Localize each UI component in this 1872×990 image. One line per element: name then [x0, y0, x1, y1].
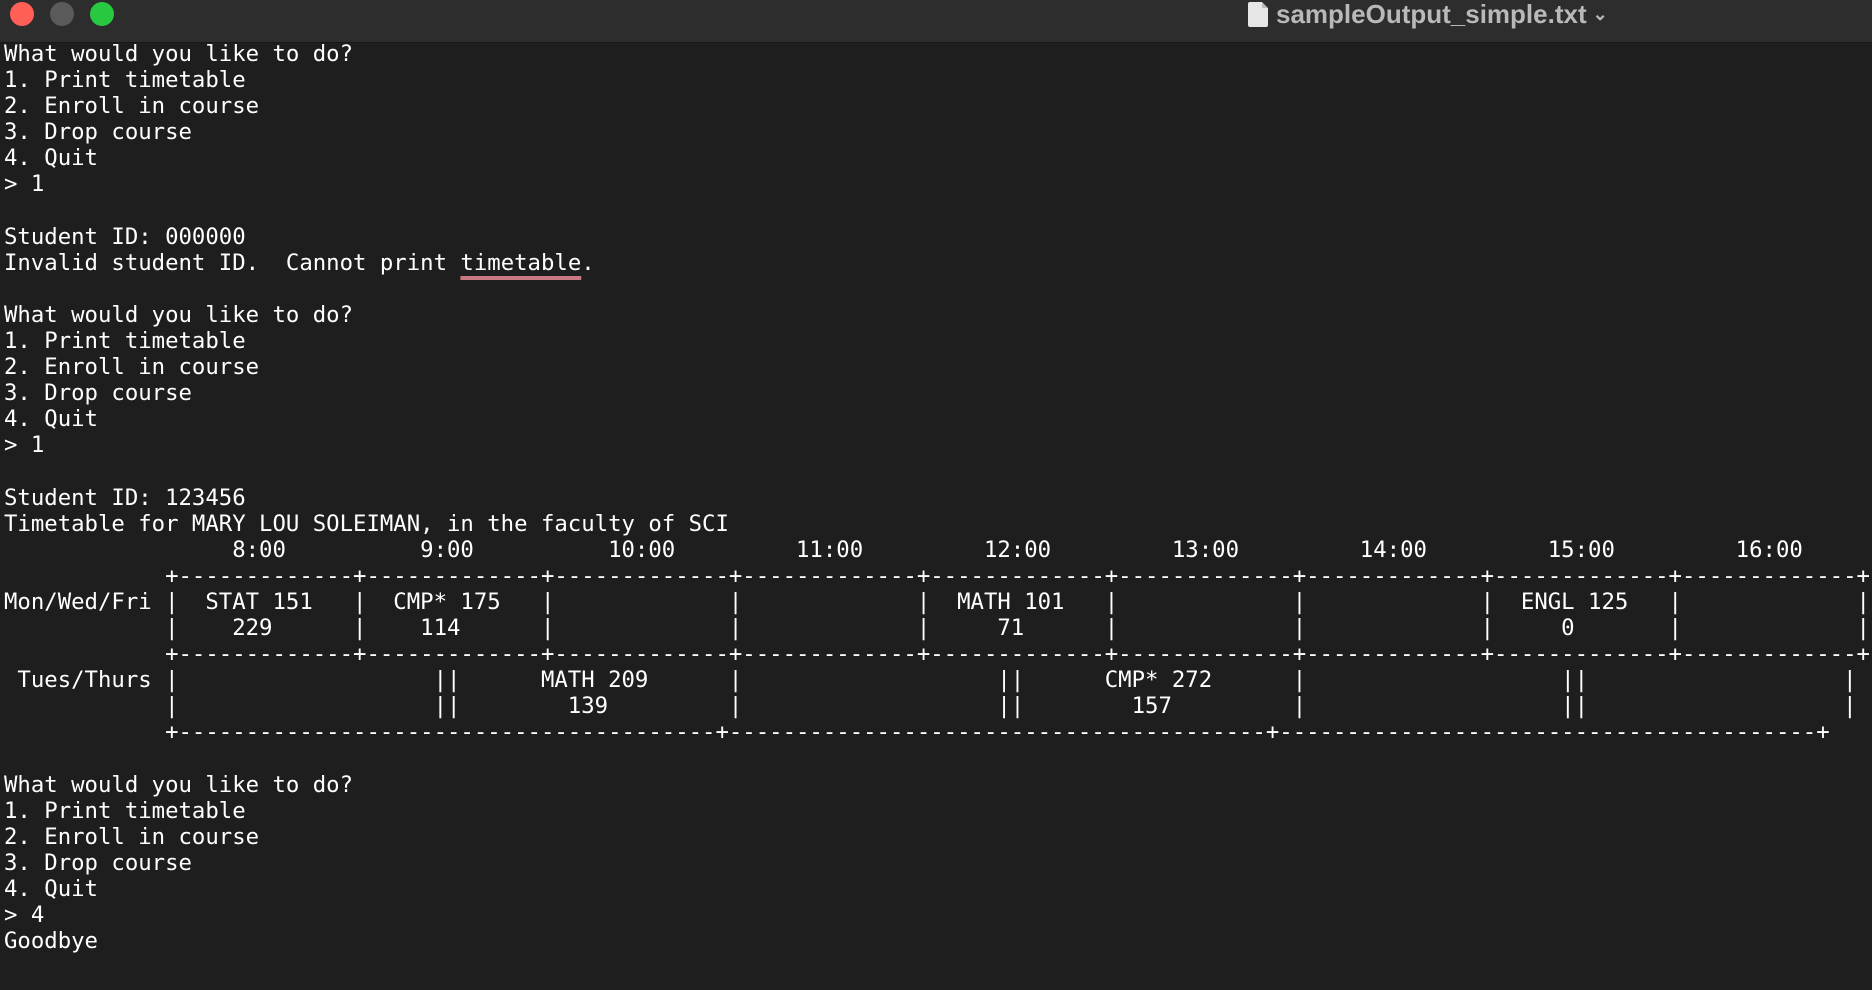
- text-line: > 1: [4, 432, 45, 459]
- text-line: Invalid student ID. Cannot print: [4, 249, 461, 276]
- text-fragment: .: [581, 249, 595, 276]
- text-line: 2. Enroll in course: [4, 93, 260, 120]
- document-text-area[interactable]: What would you like to do? 1. Print time…: [4, 41, 1870, 954]
- chevron-down-icon[interactable]: ⌄: [1593, 4, 1608, 25]
- text-line: What would you like to do?: [4, 771, 354, 798]
- timetable-border: +---------------------------------------…: [4, 719, 1830, 746]
- text-line: 1. Print timetable: [4, 797, 246, 824]
- text-line: Goodbye: [4, 928, 98, 955]
- timetable-row-tt: | || 139 | || 157 | || |: [4, 693, 1857, 720]
- timetable-row-tt: Tues/Thurs | || MATH 209 | || CMP* 272 |…: [4, 667, 1857, 694]
- text-editor-window: sampleOutput_simple.txt ⌄ What would you…: [0, 0, 1872, 990]
- document-title-menu[interactable]: sampleOutput_simple.txt ⌄: [1248, 0, 1608, 29]
- text-line: 1. Print timetable: [4, 328, 246, 355]
- text-line: 3. Drop course: [4, 119, 192, 146]
- text-line: 3. Drop course: [4, 849, 192, 876]
- maximize-window-button[interactable]: [90, 2, 114, 26]
- text-line: 2. Enroll in course: [4, 354, 260, 381]
- text-line: Student ID: 000000: [4, 223, 246, 250]
- misspelled-word[interactable]: timetable: [460, 250, 581, 276]
- minimize-window-button[interactable]: [50, 2, 74, 26]
- text-line: 4. Quit: [4, 145, 98, 172]
- text-line: 4. Quit: [4, 876, 98, 902]
- text-line: 1. Print timetable: [4, 67, 246, 94]
- document-icon: [1248, 1, 1268, 27]
- text-line: 4. Quit: [4, 406, 98, 433]
- text-line: Timetable for MARY LOU SOLEIMAN, in the …: [4, 510, 729, 537]
- text-line: > 1: [4, 171, 45, 198]
- timetable-row-mwf: Mon/Wed/Fri | STAT 151 | CMP* 175 | | | …: [4, 588, 1870, 615]
- timetable-border: +-------------+-------------+-----------…: [4, 641, 1870, 668]
- text-line: What would you like to do?: [4, 41, 354, 67]
- title-bar: sampleOutput_simple.txt ⌄: [0, 0, 1872, 43]
- text-line: What would you like to do?: [4, 301, 354, 328]
- text-line: > 4: [4, 902, 45, 929]
- text-line: Student ID: 123456: [4, 484, 246, 511]
- text-line: 3. Drop course: [4, 380, 192, 407]
- close-window-button[interactable]: [10, 2, 34, 26]
- document-title: sampleOutput_simple.txt: [1276, 0, 1587, 29]
- timetable-time-header: 8:00 9:00 10:00 11:00 12:00 13:00 14:00 …: [4, 536, 1803, 563]
- timetable-border: +-------------+-------------+-----------…: [4, 562, 1870, 589]
- timetable-row-mwf: | 229 | 114 | | | 71 | | | 0 | |: [4, 615, 1870, 642]
- text-line: 2. Enroll in course: [4, 823, 260, 850]
